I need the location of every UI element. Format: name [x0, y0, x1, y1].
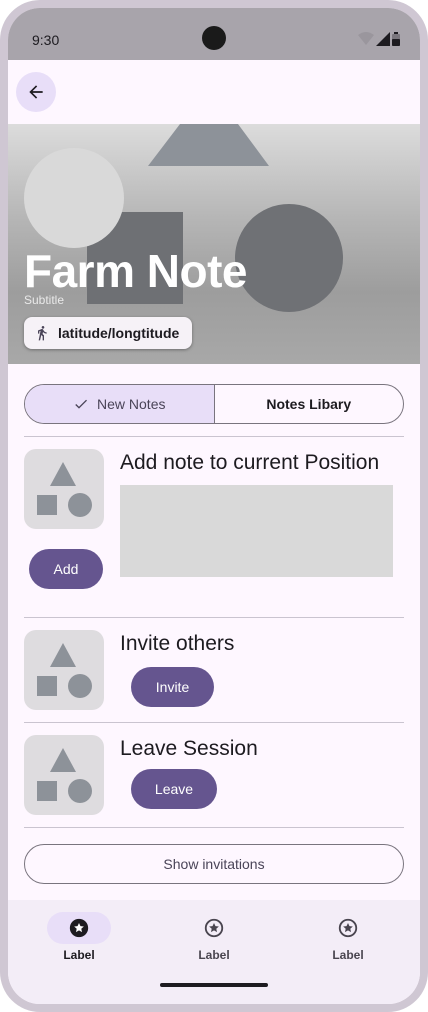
shapes-placeholder-icon — [37, 748, 92, 803]
notes-segmented-button: New Notes Notes Libary — [24, 384, 404, 424]
add-note-title: Add note to current Position — [120, 451, 380, 474]
nav-item-2[interactable]: Label — [158, 912, 270, 962]
star-icon — [204, 918, 224, 938]
leave-thumbnail — [24, 735, 104, 815]
top-app-bar — [8, 60, 420, 124]
shapes-placeholder-icon — [37, 643, 92, 698]
status-time: 9:30 — [32, 32, 60, 48]
invite-thumbnail — [24, 630, 104, 710]
nav-indicator — [316, 912, 380, 944]
gesture-home-bar[interactable] — [160, 983, 268, 987]
add-button[interactable]: Add — [29, 549, 103, 589]
status-icons — [358, 32, 400, 46]
cellular-icon — [376, 32, 390, 46]
camera-cutout — [202, 26, 226, 50]
page-title: Farm Note — [24, 245, 247, 297]
leave-button[interactable]: Leave — [131, 769, 217, 809]
screen: 9:30 Farm Note Subtitle latitude/longtit… — [8, 8, 420, 1004]
note-input-area[interactable] — [120, 485, 393, 577]
bottom-navigation: Label Label Label — [8, 900, 420, 1004]
tab-new-notes[interactable]: New Notes — [25, 385, 215, 423]
divider — [24, 436, 404, 437]
nav-label: Label — [63, 948, 95, 962]
add-note-thumbnail — [24, 449, 104, 529]
status-bar: 9:30 — [8, 8, 420, 60]
leave-title: Leave Session — [120, 737, 258, 760]
divider — [24, 722, 404, 723]
tab-notes-library-label: Notes Libary — [266, 396, 352, 412]
nav-indicator — [182, 912, 246, 944]
divider — [24, 617, 404, 618]
walking-icon — [38, 326, 47, 341]
arrow-back-icon — [29, 85, 43, 99]
back-button[interactable] — [16, 72, 56, 112]
hero-header: Farm Note Subtitle latitude/longtitude — [8, 124, 420, 364]
battery-icon — [392, 32, 400, 46]
tab-new-notes-label: New Notes — [97, 396, 166, 412]
nav-active-indicator — [47, 912, 111, 944]
nav-label: Label — [332, 948, 364, 962]
check-icon — [75, 399, 88, 409]
wifi-icon — [358, 32, 374, 45]
nav-item-3[interactable]: Label — [292, 912, 404, 962]
divider — [24, 827, 404, 828]
show-invitations-button[interactable]: Show invitations — [24, 844, 404, 884]
nav-item-1[interactable]: Label — [23, 912, 135, 962]
tab-notes-library[interactable]: Notes Libary — [215, 385, 404, 423]
shapes-placeholder-icon — [37, 462, 92, 517]
invite-button[interactable]: Invite — [131, 667, 214, 707]
star-icon — [69, 918, 89, 938]
location-chip[interactable]: latitude/longtitude — [24, 317, 192, 349]
nav-label: Label — [198, 948, 230, 962]
device-frame: 9:30 Farm Note Subtitle latitude/longtit… — [0, 0, 428, 1012]
page-subtitle: Subtitle — [24, 293, 65, 307]
invite-title: Invite others — [120, 632, 235, 655]
location-chip-label: latitude/longtitude — [58, 325, 180, 341]
star-icon — [338, 918, 358, 938]
